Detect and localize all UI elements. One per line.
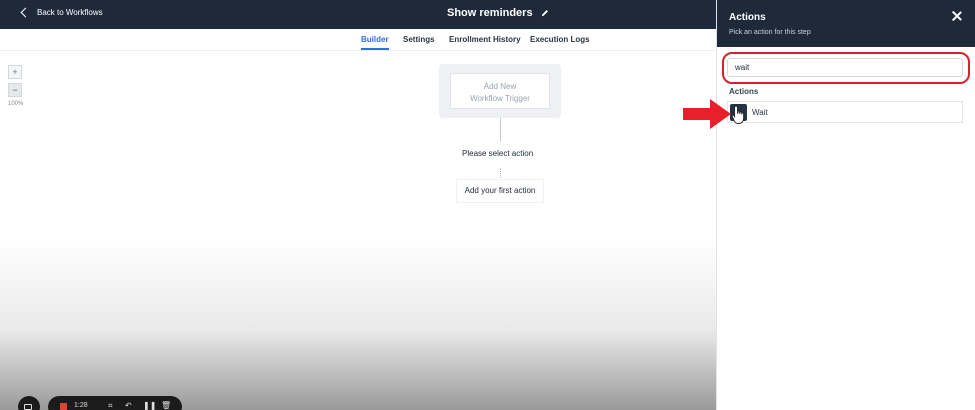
top-bar: Back to Workflows Show reminders [0,0,716,29]
recording-time: 1:28 [74,402,88,409]
undo-icon[interactable]: ↶ [125,401,132,410]
zoom-in-button[interactable]: + [8,65,22,79]
tab-bar: Builder Settings Enrollment History Exec… [0,29,716,51]
actions-section-label: Actions [729,87,759,96]
tab-execution-logs[interactable]: Execution Logs [530,35,590,44]
panel-subtitle: Pick an action for this step [729,29,811,36]
trigger-node: Add New Workflow Trigger [439,64,561,118]
add-first-action-button[interactable]: Add your first action [456,179,544,203]
workflow-title-group: Show reminders [447,7,549,19]
tab-builder[interactable]: Builder [361,35,389,50]
action-item-wait[interactable]: Wait [727,101,963,123]
chevron-left-icon [20,7,31,18]
back-to-workflows-link[interactable]: Back to Workflows [20,7,103,18]
tab-settings[interactable]: Settings [403,35,435,44]
trash-icon[interactable]: 🗑 [161,401,171,410]
select-action-node[interactable]: Please select action [462,149,533,158]
red-arrow-annotation [683,99,731,129]
back-label: Back to Workflows [37,8,103,17]
action-search-input[interactable] [727,58,963,77]
workflow-canvas[interactable]: + − 100% Add New Workflow Trigger Please… [0,51,716,410]
camera-icon [24,404,32,410]
zoom-out-button[interactable]: − [8,83,22,97]
add-workflow-trigger-button[interactable]: Add New Workflow Trigger [450,73,550,109]
action-item-label: Wait [752,108,768,117]
trigger-label-line2: Workflow Trigger [470,94,530,103]
tab-enrollment-history[interactable]: Enrollment History [449,35,521,44]
pause-icon[interactable]: ❚❚ [143,401,156,410]
actions-panel: Actions Pick an action for this step Act… [716,0,975,410]
hand-cursor-icon [731,105,745,124]
recording-bar: 1:28 ⌗ ↶ ❚❚ 🗑 [48,396,182,410]
trigger-label-line1: Add New [483,82,517,91]
close-icon[interactable] [951,10,963,22]
stop-recording-icon[interactable] [60,403,67,410]
zoom-level: 100% [8,101,24,107]
panel-header: Actions Pick an action for this step [717,0,975,47]
pencil-icon[interactable] [541,9,549,17]
connector-line [500,118,501,142]
workflow-title: Show reminders [447,7,533,19]
panel-title: Actions [729,12,766,23]
grid-icon[interactable]: ⌗ [108,401,113,410]
